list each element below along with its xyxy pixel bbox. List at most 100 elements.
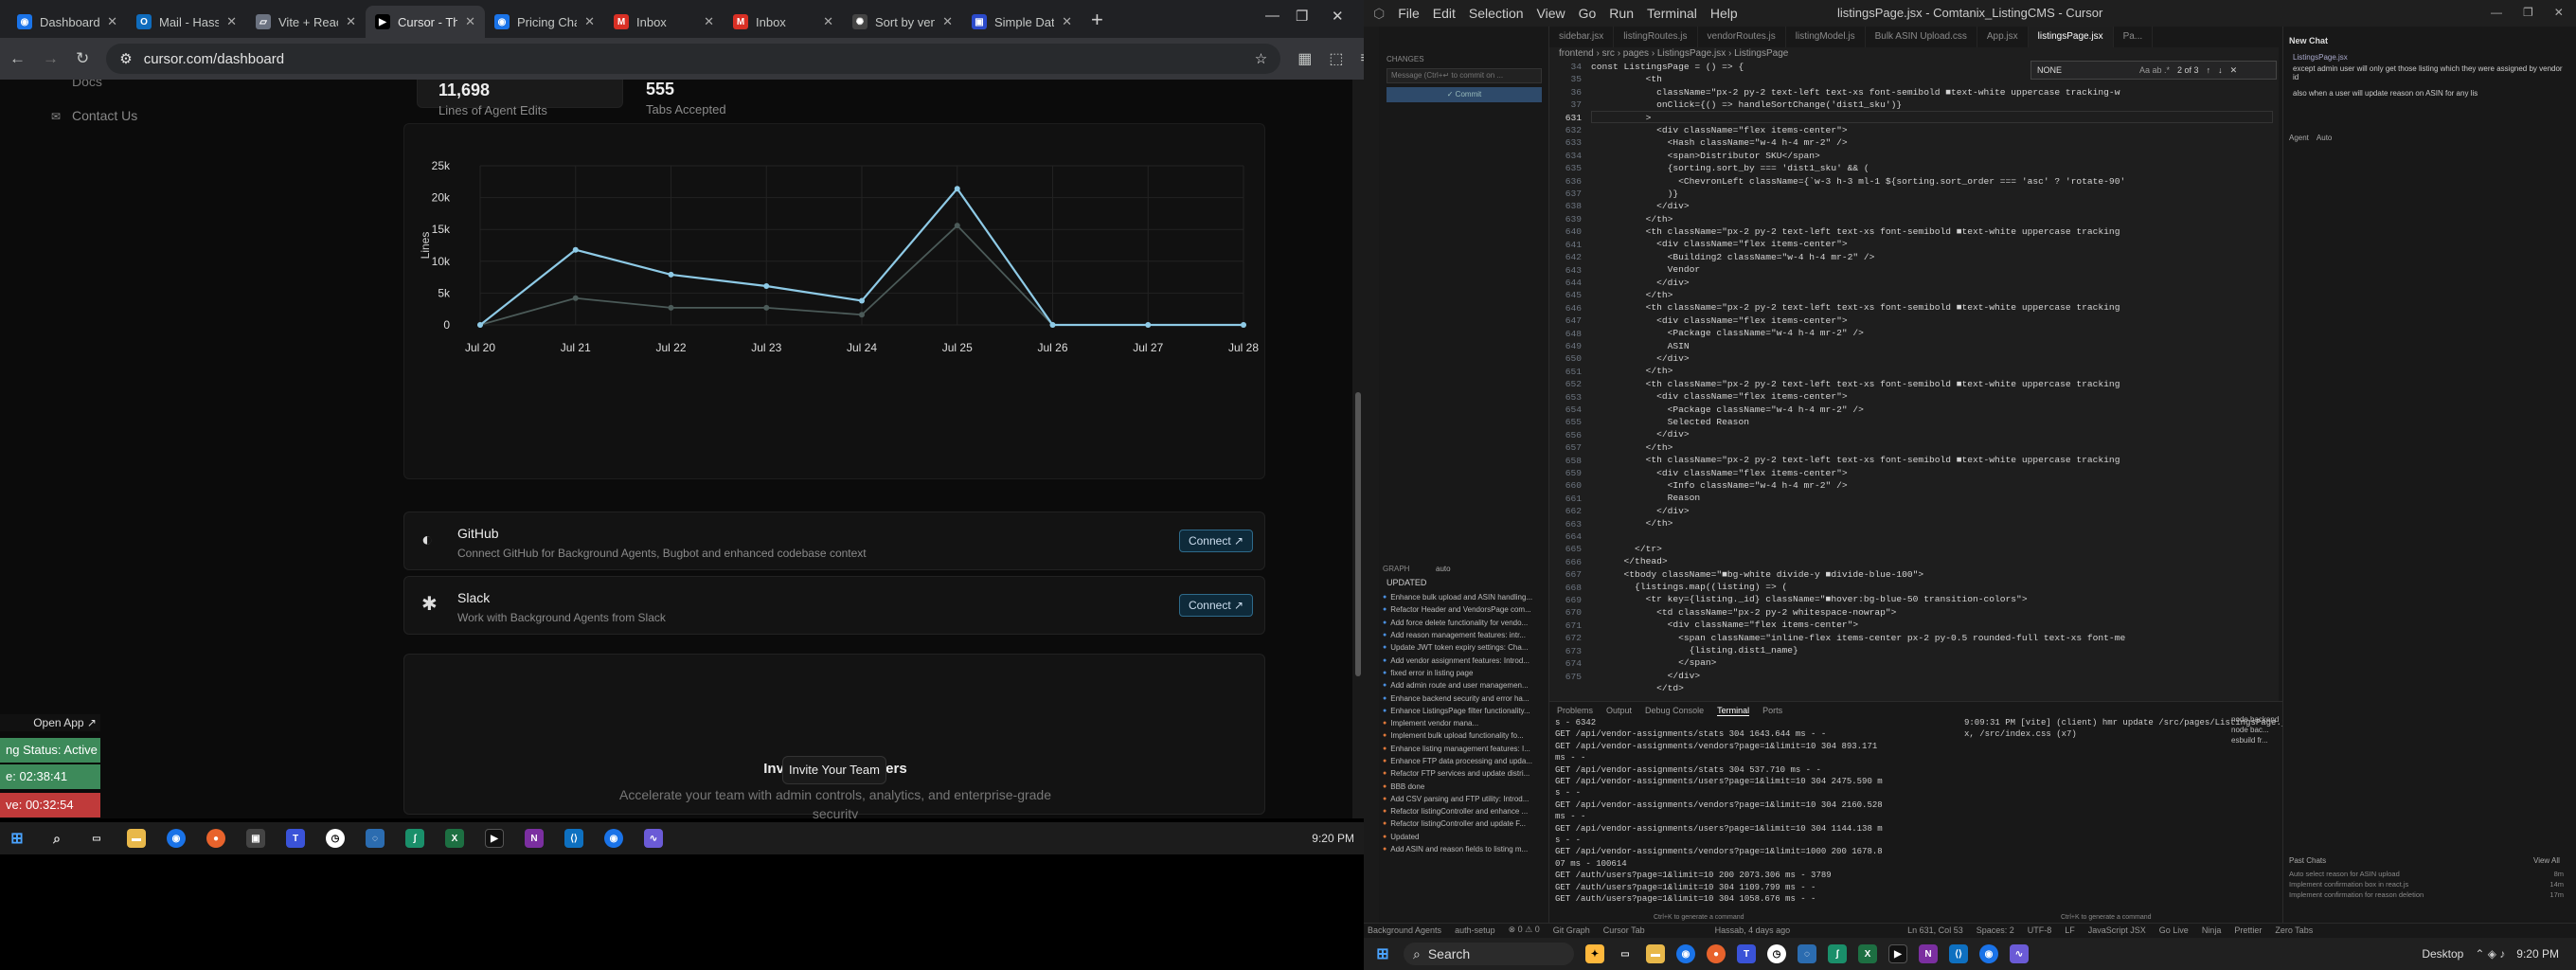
teams-icon[interactable]: T [1737, 944, 1756, 963]
commit-row[interactable]: ● Enhance backend security and error ha..… [1383, 692, 1546, 704]
terminal-session[interactable]: esbuild fr... [2231, 736, 2282, 746]
commit-row[interactable]: ● fixed error in listing page [1383, 667, 1546, 679]
commit-row[interactable]: ● Refactor listingController and update F… [1383, 817, 1546, 830]
menu-edit[interactable]: Edit [1433, 6, 1456, 21]
panel-tab-problems[interactable]: Problems [1557, 706, 1593, 716]
status-item[interactable]: Prettier [2234, 925, 2262, 935]
data-point[interactable] [763, 283, 770, 290]
extension-icon[interactable]: ▦ [1297, 49, 1312, 68]
browser-tab[interactable]: ✺ Sort by ven ✕ [843, 6, 962, 38]
chrome-icon-2[interactable]: ◉ [604, 829, 623, 848]
agent-mode-select[interactable]: Agent [2289, 134, 2309, 142]
data-point[interactable] [572, 246, 579, 253]
graph-filter[interactable]: auto [1436, 565, 1451, 573]
commit-row[interactable]: ● Enhance bulk upload and ASIN handling..… [1383, 591, 1546, 603]
task-view-icon[interactable]: ▭ [1616, 944, 1635, 963]
status-item[interactable]: ⊗ 0 ⚠ 0 [1509, 925, 1540, 935]
app-icon-3[interactable]: ʃ [405, 829, 424, 848]
panel-tab-debug-console[interactable]: Debug Console [1645, 706, 1704, 716]
extensions-puzzle-icon[interactable]: ⬚ [1329, 49, 1343, 68]
status-item[interactable]: JavaScript JSX [2088, 925, 2146, 935]
maximize-button[interactable]: ❐ [1296, 8, 1308, 25]
commit-row[interactable]: ● Implement bulk upload functionality fo.… [1383, 729, 1546, 742]
commit-row[interactable]: ● Refactor listingController and enhance … [1383, 805, 1546, 817]
browser-tab[interactable]: O Mail - Hassa ✕ [127, 6, 246, 38]
terminal-session[interactable]: node bac... [2231, 726, 2282, 736]
new-tab-button[interactable]: + [1091, 8, 1103, 32]
close-tab-icon[interactable]: ✕ [584, 14, 595, 29]
taskbar-search[interactable]: ⌕ Search [1404, 943, 1574, 965]
teams-icon[interactable]: T [286, 829, 305, 848]
windows-start-icon[interactable]: ⊞ [1373, 944, 1392, 963]
past-chat-item[interactable]: Auto select reason for ASIN upload 8m [2289, 870, 2564, 880]
clock-app-icon[interactable]: ◷ [326, 829, 345, 848]
commit-row[interactable]: ● Add admin route and user managemen... [1383, 679, 1546, 692]
panel-tab-output[interactable]: Output [1606, 706, 1632, 716]
close-tab-icon[interactable]: ✕ [346, 14, 356, 29]
close-window-button[interactable]: ✕ [2554, 6, 2564, 19]
commit-row[interactable]: ● Add reason management features: intr... [1383, 629, 1546, 641]
status-item[interactable]: Zero Tabs [2275, 925, 2313, 935]
task-view-icon[interactable]: ▭ [87, 829, 106, 848]
commit-row[interactable]: ● Updated [1383, 831, 1546, 843]
data-point[interactable] [1049, 322, 1056, 328]
open-app-link[interactable]: Open App ↗ [0, 714, 100, 731]
maximize-button[interactable]: ❐ [2523, 6, 2533, 19]
app-icon[interactable]: ● [1707, 944, 1726, 963]
menu-view[interactable]: View [1537, 6, 1565, 21]
commit-row[interactable]: ● Enhance FTP data processing and upda... [1383, 755, 1546, 767]
nav-docs[interactable]: Docs [72, 80, 102, 89]
data-point[interactable] [572, 295, 579, 301]
nav-contact-us[interactable]: Contact Us [72, 108, 137, 123]
excel-icon[interactable]: X [445, 829, 464, 848]
browser-tab[interactable]: ◉ Dashboard ✕ [8, 6, 127, 38]
model-select[interactable]: Auto [2317, 134, 2332, 142]
excel-icon[interactable]: X [1858, 944, 1877, 963]
chrome-icon-2[interactable]: ◉ [1979, 944, 1998, 963]
search-icon[interactable]: ⌕ [47, 829, 66, 848]
status-item[interactable]: LF [2065, 925, 2075, 935]
find-options[interactable]: Aa ab .* [2139, 65, 2170, 75]
menu-run[interactable]: Run [1609, 6, 1634, 21]
menu-help[interactable]: Help [1710, 6, 1738, 21]
chrome-icon[interactable]: ◉ [1676, 944, 1695, 963]
data-point[interactable] [859, 312, 865, 318]
slack-connect-button[interactable]: Connect ↗ [1179, 594, 1253, 617]
browser-tab[interactable]: M Inbox ✕ [724, 6, 843, 38]
close-tab-icon[interactable]: ✕ [942, 14, 953, 29]
chrome-icon[interactable]: ◉ [167, 829, 186, 848]
commit-row[interactable]: ● Add CSV parsing and FTP utility: Introd… [1383, 793, 1546, 805]
close-find-icon[interactable]: ✕ [2230, 65, 2238, 76]
status-item[interactable]: Cursor Tab [1603, 925, 1645, 935]
close-tab-icon[interactable]: ✕ [226, 14, 237, 29]
commit-button[interactable]: ✓ Commit [1386, 87, 1542, 102]
close-tab-icon[interactable]: ✕ [1062, 14, 1072, 29]
data-point[interactable] [477, 322, 483, 328]
github-connect-button[interactable]: Connect ↗ [1179, 530, 1253, 552]
vscode-icon[interactable]: ⟨⟩ [1949, 944, 1968, 963]
data-point[interactable] [1241, 322, 1246, 328]
commit-row[interactable]: ● Add ASIN and reason fields to listing m… [1383, 843, 1546, 855]
menu-selection[interactable]: Selection [1469, 6, 1524, 21]
close-tab-icon[interactable]: ✕ [704, 14, 714, 29]
bookmark-star-icon[interactable]: ☆ [1255, 50, 1267, 67]
commit-row[interactable]: ● Implement vendor mana... [1383, 717, 1546, 729]
site-info-icon[interactable]: ⚙ [119, 50, 132, 67]
status-item[interactable]: Background Agents [1368, 925, 1441, 935]
vscode-icon[interactable]: ⟨⟩ [564, 829, 583, 848]
cursor-icon[interactable]: ▶ [485, 829, 504, 848]
editor-tab[interactable]: listingRoutes.js [1614, 27, 1698, 47]
commit-row[interactable]: ● Enhance ListingsPage filter functionali… [1383, 705, 1546, 717]
scrollbar-thumb[interactable] [1355, 392, 1361, 676]
editor-tab[interactable]: App.jsx [1977, 27, 2029, 47]
file-explorer-icon[interactable]: ▬ [127, 829, 146, 848]
panel-tab-terminal[interactable]: Terminal [1717, 706, 1750, 716]
commit-row[interactable]: ● Enhance listing management features: I.… [1383, 743, 1546, 755]
terminal-session[interactable]: node backend [2231, 715, 2282, 726]
browser-tab[interactable]: ▱ Vite + React ✕ [246, 6, 366, 38]
invite-team-button[interactable]: Invite Your Team [782, 756, 886, 784]
past-chat-item[interactable]: Implement confirmation box in react.js 14… [2289, 880, 2564, 890]
commit-row[interactable]: ● BBB done [1383, 780, 1546, 792]
menu-go[interactable]: Go [1579, 6, 1597, 21]
editor-tab[interactable]: listingModel.js [1786, 27, 1866, 47]
